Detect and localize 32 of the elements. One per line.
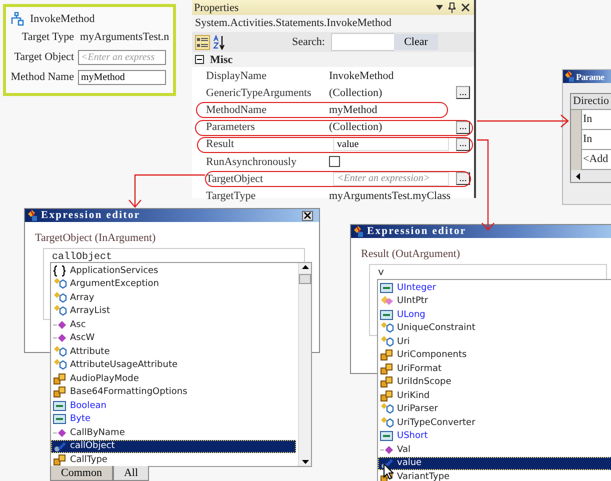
- expression-text: callObject: [52, 252, 112, 263]
- property-name: Parameters: [206, 121, 256, 134]
- property-name: DisplayName: [206, 70, 268, 82]
- property-name: TargetType: [206, 190, 257, 202]
- property-value: myArgumentsTest.myClass: [329, 190, 451, 202]
- property-name: RunAsynchronously: [206, 156, 298, 168]
- property-value: (Collection): [329, 86, 382, 99]
- argument-label: TargetObject (InArgument): [35, 232, 157, 244]
- activity-title: InvokeMethod: [30, 13, 95, 25]
- table-cell: In: [581, 110, 611, 130]
- field-label: Target Object: [13, 51, 75, 63]
- property-name: Result: [206, 138, 236, 150]
- argument-label: Result (OutArgument): [361, 248, 462, 260]
- column-header: Directio: [571, 94, 611, 110]
- category-label: Misc: [210, 54, 233, 66]
- property-value: myMethod: [329, 104, 378, 116]
- property-value: InvokeMethod: [329, 70, 394, 82]
- object-type: System.Activities.Statements.InvokeMethod: [192, 15, 474, 32]
- property-name: MethodName: [206, 104, 268, 116]
- property-name: GenericTypeArguments: [206, 86, 312, 99]
- property-value: (Collection): [329, 121, 382, 134]
- field-label: Target Type: [20, 31, 75, 43]
- field-label: Method Name: [10, 71, 75, 83]
- field-value: myArgumentsTest.n: [79, 31, 170, 43]
- window-title: Parame: [576, 72, 604, 82]
- window-title: Expression editor: [41, 210, 142, 221]
- search-label: Search:: [292, 36, 325, 48]
- table-cell: In: [581, 130, 611, 150]
- expression-text: v: [378, 268, 384, 279]
- panel-title: Properties: [194, 2, 240, 14]
- property-name: TargetObject: [206, 172, 264, 185]
- window-title: Expression editor: [367, 226, 468, 237]
